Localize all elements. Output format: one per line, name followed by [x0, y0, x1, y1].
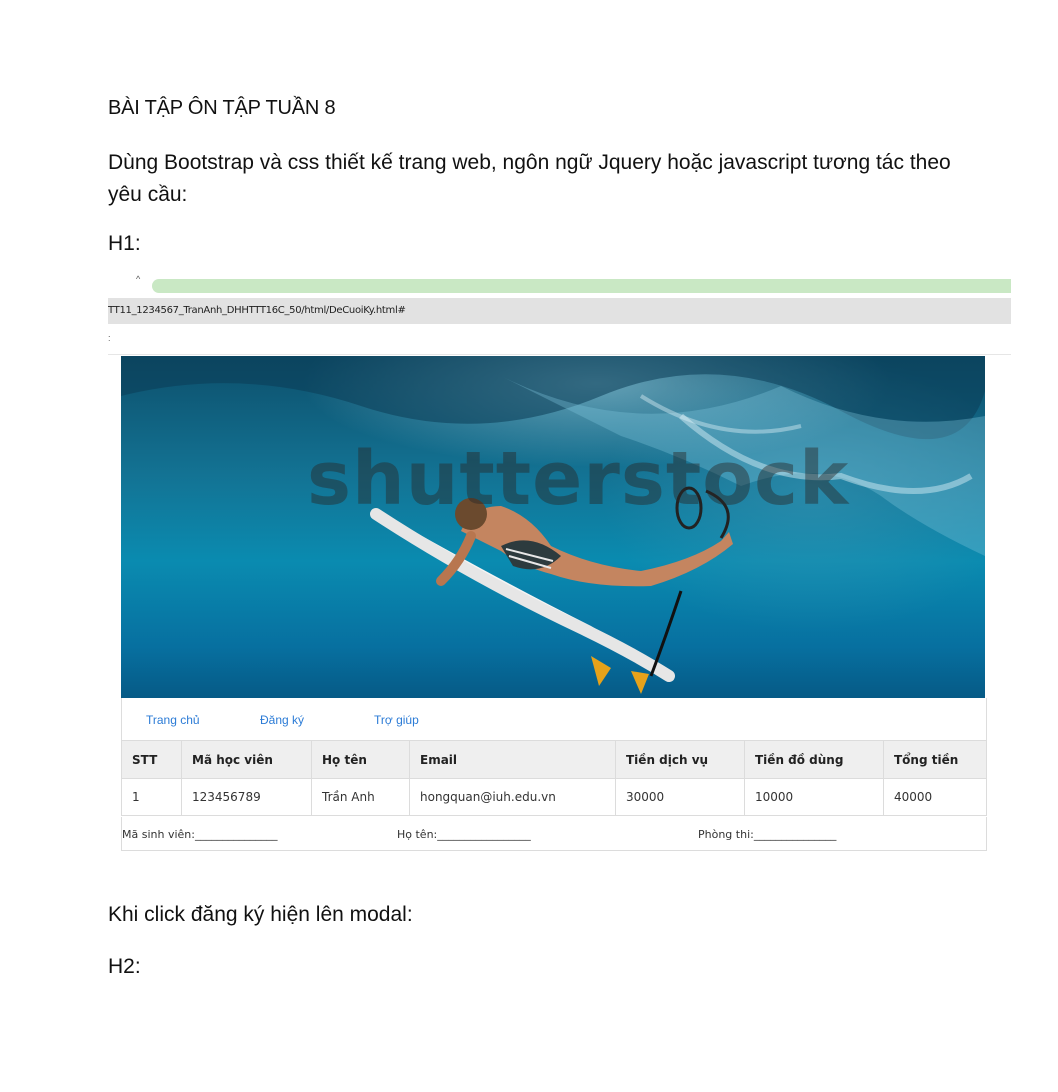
cell-stt: 1 — [121, 778, 182, 816]
page-footer: Mã sinh viên:_______________ Họ tên:____… — [121, 817, 987, 851]
bookmark-edge-icon: : — [108, 333, 111, 343]
cell-name: Trần Anh — [311, 778, 410, 816]
address-bar[interactable]: TT11_1234567_TranAnh_DHHTTT16C_50/html/D… — [108, 298, 1011, 324]
student-table: STT Mã học viên Họ tên Email Tiền dịch v… — [121, 740, 987, 816]
col-stt: STT — [121, 740, 182, 779]
col-total: Tổng tiền — [883, 740, 987, 779]
embedded-screenshot: ^ TT11_1234567_TranAnh_DHHTTT16C_50/html… — [108, 272, 1011, 854]
nav-register[interactable]: Đăng ký — [260, 713, 304, 727]
footer-student-id: Mã sinh viên:_______________ — [122, 828, 278, 841]
cell-total: 40000 — [883, 778, 987, 816]
address-url: TT11_1234567_TranAnh_DHHTTT16C_50/html/D… — [108, 305, 406, 316]
cell-email: hongquan@iuh.edu.vn — [409, 778, 616, 816]
col-service-fee: Tiền dịch vụ — [615, 740, 745, 779]
chevron-up-icon: ^ — [136, 274, 141, 284]
cell-supplies-fee: 10000 — [744, 778, 884, 816]
col-student-id: Mã học viên — [181, 740, 312, 779]
footer-name: Họ tên:_________________ — [397, 828, 531, 841]
surfer-illustration — [121, 356, 985, 694]
nav-help[interactable]: Trợ giúp — [374, 713, 419, 727]
navigation-bar: Trang chủ Đăng ký Trợ giúp — [121, 698, 987, 740]
nav-home[interactable]: Trang chủ — [146, 713, 200, 727]
col-supplies-fee: Tiền đồ dùng — [744, 740, 884, 779]
h2-label: H2: — [108, 955, 141, 978]
document-heading: BÀI TẬP ÔN TẬP TUẦN 8 — [108, 97, 336, 119]
h1-label: H1: — [108, 232, 141, 255]
intro-paragraph: Dùng Bootstrap và css thiết kế trang web… — [108, 151, 951, 206]
browser-tab-strip: ^ — [108, 272, 1011, 298]
col-name: Họ tên — [311, 740, 410, 779]
cell-service-fee: 30000 — [615, 778, 745, 816]
table-row: 1 123456789 Trần Anh hongquan@iuh.edu.vn… — [121, 778, 987, 816]
cell-student-id: 123456789 — [181, 778, 312, 816]
watermark-text: shutterstock — [307, 436, 850, 522]
bookmark-bar: : — [108, 324, 1011, 355]
col-email: Email — [409, 740, 616, 779]
modal-instruction: Khi click đăng ký hiện lên modal: — [108, 903, 413, 926]
hero-image: shutterstock — [121, 356, 985, 698]
footer-room: Phòng thi:_______________ — [698, 828, 837, 841]
table-header-row: STT Mã học viên Họ tên Email Tiền dịch v… — [121, 740, 987, 779]
active-tab-highlight — [152, 279, 1011, 293]
